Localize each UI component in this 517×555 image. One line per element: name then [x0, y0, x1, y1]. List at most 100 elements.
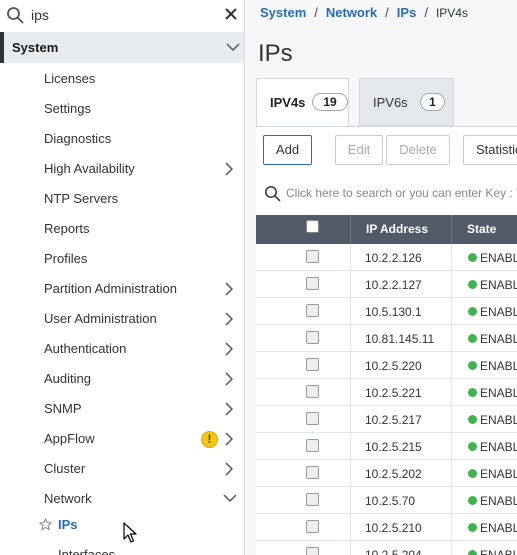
table-row[interactable]: 10.2.5.217 ENABLED — [256, 406, 517, 433]
chevron-right-icon — [225, 342, 233, 356]
delete-button[interactable]: Delete — [386, 135, 450, 165]
sidebar-subitem-interfaces[interactable]: Interfaces — [0, 540, 244, 555]
table-row[interactable]: 10.81.145.11 ENABLED — [256, 325, 517, 352]
row-checkbox[interactable] — [306, 331, 319, 344]
sidebar: ips System Licenses Settings Diagnostics Hi… — [0, 0, 245, 555]
row-checkbox[interactable] — [306, 520, 319, 533]
column-header-ip-address[interactable]: IP Address — [366, 215, 428, 244]
ip-address-cell[interactable]: 10.2.5.220 — [365, 359, 422, 373]
ip-address-cell[interactable]: 10.2.2.126 — [365, 251, 422, 265]
star-icon[interactable] — [39, 518, 52, 531]
breadcrumb-network[interactable]: Network — [326, 5, 377, 20]
table-row[interactable]: 10.2.5.210 ENABLED — [256, 514, 517, 541]
chevron-right-icon — [225, 402, 233, 416]
search-icon — [264, 185, 281, 202]
sidebar-item-settings[interactable]: Settings — [0, 94, 244, 124]
close-icon[interactable] — [224, 7, 238, 21]
sidebar-item-user-administration[interactable]: User Administration — [0, 304, 244, 334]
tab-label: IPV6s — [373, 95, 408, 110]
chevron-right-icon — [225, 162, 233, 176]
sidebar-item-high-availability[interactable]: High Availability — [0, 154, 244, 184]
row-checkbox[interactable] — [306, 304, 319, 317]
ip-address-cell[interactable]: 10.2.5.70 — [365, 494, 415, 508]
status-enabled-icon — [468, 415, 477, 424]
row-checkbox[interactable] — [306, 358, 319, 371]
status-enabled-icon — [468, 253, 477, 262]
row-checkbox[interactable] — [306, 412, 319, 425]
table-row[interactable]: 10.5.130.1 ENABLED — [256, 298, 517, 325]
sidebar-search-input[interactable]: ips — [31, 7, 49, 23]
row-checkbox[interactable] — [306, 439, 319, 452]
breadcrumb-separator: / — [424, 5, 428, 20]
add-button[interactable]: Add — [263, 135, 312, 165]
tab-ipv4s[interactable]: IPV4s 19 — [256, 78, 349, 126]
sidebar-search[interactable]: ips — [0, 0, 244, 31]
breadcrumb-system[interactable]: System — [260, 5, 306, 20]
column-header-state[interactable]: State — [467, 215, 496, 244]
sidebar-item-profiles[interactable]: Profiles — [0, 244, 244, 274]
ip-address-cell[interactable]: 10.2.5.217 — [365, 413, 422, 427]
ip-address-cell[interactable]: 10.2.5.215 — [365, 440, 422, 454]
select-all-checkbox[interactable] — [306, 220, 319, 233]
table-row[interactable]: 10.2.5.202 ENABLED — [256, 460, 517, 487]
breadcrumb-separator: / — [385, 5, 389, 20]
table-row[interactable]: 10.2.2.126 ENABLED — [256, 244, 517, 271]
table-row[interactable]: 10.2.5.70 ENABLED — [256, 487, 517, 514]
breadcrumb: System / Network / IPs / IPV4s — [260, 5, 468, 20]
ip-address-cell[interactable]: 10.81.145.11 — [365, 332, 434, 346]
sidebar-item-label: Diagnostics — [44, 131, 112, 146]
ip-address-cell[interactable]: 10.2.5.221 — [365, 386, 422, 400]
status-enabled-icon — [468, 469, 477, 478]
ip-address-cell[interactable]: 10.2.5.210 — [365, 521, 422, 535]
row-checkbox[interactable] — [306, 547, 319, 555]
status-enabled-icon — [468, 523, 477, 532]
sidebar-item-diagnostics[interactable]: Diagnostics — [0, 124, 244, 154]
table-row[interactable]: 10.2.2.127 ENABLED — [256, 271, 517, 298]
column-divider — [451, 487, 452, 514]
statistics-button[interactable]: Statistics — [463, 135, 517, 165]
column-divider — [350, 541, 351, 555]
chevron-right-icon — [225, 282, 233, 296]
row-checkbox[interactable] — [306, 385, 319, 398]
sidebar-item-appflow[interactable]: AppFlow! — [0, 424, 244, 454]
state-cell: ENABLED — [480, 467, 517, 481]
sidebar-item-reports[interactable]: Reports — [0, 214, 244, 244]
row-checkbox[interactable] — [306, 277, 319, 290]
sidebar-item-label: Cluster — [44, 461, 86, 476]
sidebar-item-ntp-servers[interactable]: NTP Servers — [0, 184, 244, 214]
ip-address-cell[interactable]: 10.5.130.1 — [365, 305, 422, 319]
row-checkbox[interactable] — [306, 466, 319, 479]
breadcrumb-ips[interactable]: IPs — [397, 5, 417, 20]
sidebar-item-partition-administration[interactable]: Partition Administration — [0, 274, 244, 304]
ip-address-cell[interactable]: 10.2.2.127 — [365, 278, 422, 292]
ip-address-cell[interactable]: 10.2.5.202 — [365, 467, 422, 481]
state-cell: ENABLED — [480, 548, 517, 555]
sidebar-item-licenses[interactable]: Licenses — [0, 64, 244, 94]
state-cell: ENABLED — [480, 494, 517, 508]
row-checkbox[interactable] — [306, 250, 319, 263]
tab-ipv6s[interactable]: IPV6s 1 — [359, 78, 454, 126]
table-search-input[interactable]: Click here to search or you can enter Ke… — [286, 186, 517, 200]
state-cell: ENABLED — [480, 332, 517, 346]
ip-address-cell[interactable]: 10.2.5.204 — [365, 548, 422, 555]
status-enabled-icon — [468, 307, 477, 316]
table-row[interactable]: 10.2.5.204 ENABLED — [256, 541, 517, 555]
table-row[interactable]: 10.2.5.220 ENABLED — [256, 352, 517, 379]
column-divider — [451, 406, 452, 433]
page-title: IPs — [258, 40, 293, 67]
column-divider — [451, 298, 452, 325]
sidebar-item-authentication[interactable]: Authentication — [0, 334, 244, 364]
sidebar-subitem-ips[interactable]: IPs — [0, 510, 244, 540]
sidebar-item-label: Network — [44, 491, 92, 506]
table-row[interactable]: 10.2.5.221 ENABLED — [256, 379, 517, 406]
sidebar-section-system[interactable]: System — [0, 32, 244, 63]
sidebar-item-auditing[interactable]: Auditing — [0, 364, 244, 394]
table-row[interactable]: 10.2.5.215 ENABLED — [256, 433, 517, 460]
sidebar-item-cluster[interactable]: Cluster — [0, 454, 244, 484]
sidebar-item-snmp[interactable]: SNMP — [0, 394, 244, 424]
chevron-right-icon — [225, 462, 233, 476]
row-checkbox[interactable] — [306, 493, 319, 506]
edit-button[interactable]: Edit — [335, 135, 383, 165]
state-cell: ENABLED — [480, 251, 517, 265]
table-search[interactable]: Click here to search or you can enter Ke… — [256, 177, 517, 209]
